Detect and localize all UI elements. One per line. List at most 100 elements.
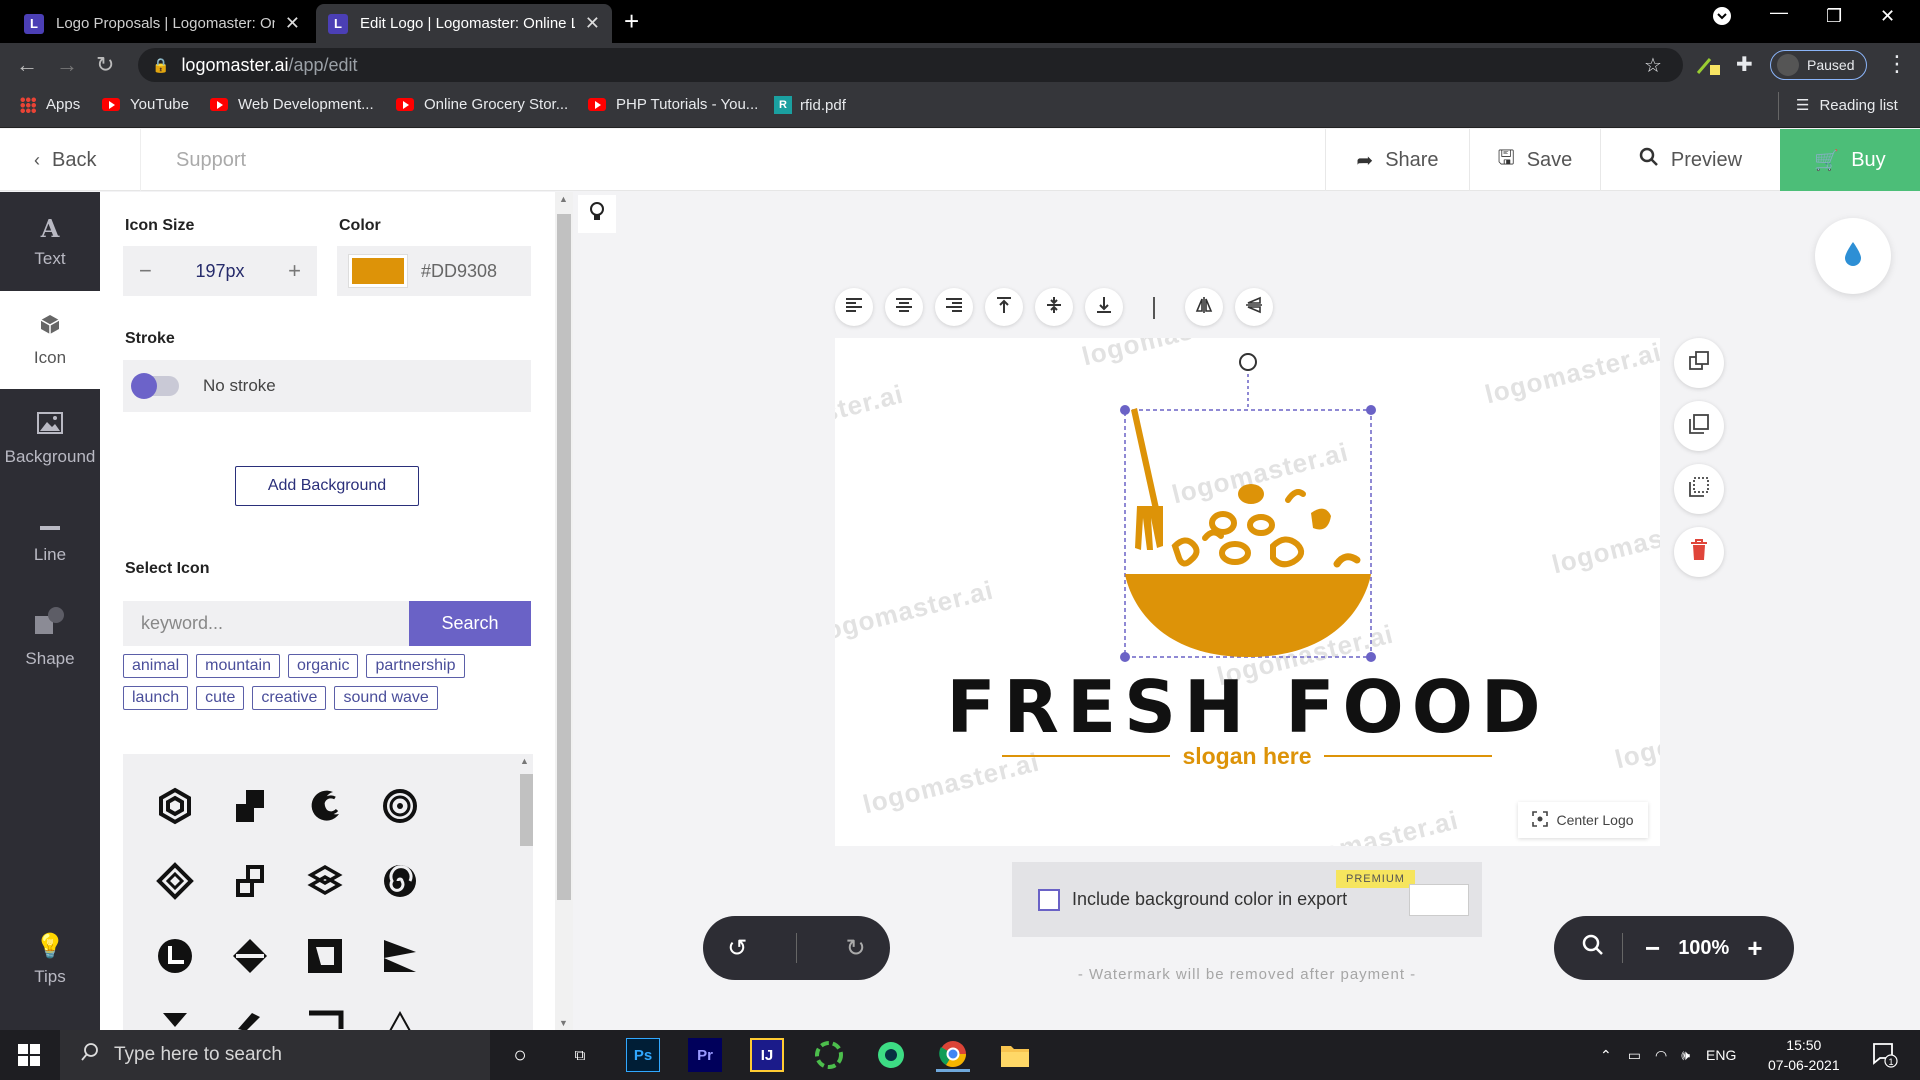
layered-hexagon-icon[interactable] bbox=[303, 859, 347, 903]
rail-item-text[interactable]: A Text bbox=[0, 192, 100, 290]
wifi-icon[interactable]: ◠ bbox=[1655, 1047, 1667, 1064]
back-button[interactable]: ‹ Back bbox=[34, 129, 96, 191]
bookmark-web-development[interactable]: Web Development... bbox=[210, 96, 374, 113]
android-studio-icon[interactable] bbox=[874, 1038, 908, 1072]
spiral-icon[interactable] bbox=[378, 859, 422, 903]
color-picker[interactable]: #DD9308 bbox=[337, 246, 531, 296]
tag-launch[interactable]: launch bbox=[123, 686, 189, 710]
include-background-checkbox[interactable] bbox=[1038, 888, 1060, 911]
premiere-icon[interactable]: Pr bbox=[688, 1038, 722, 1072]
rail-item-tips[interactable]: 💡 Tips bbox=[0, 914, 100, 1004]
loading-ring-icon[interactable] bbox=[812, 1038, 846, 1072]
align-right-button[interactable] bbox=[935, 288, 973, 326]
bookmark-apps[interactable]: Apps bbox=[20, 96, 80, 113]
restore-icon[interactable]: ❐ bbox=[1826, 6, 1842, 27]
stacked-squares-icon[interactable] bbox=[228, 784, 272, 828]
tag-animal[interactable]: animal bbox=[123, 654, 189, 678]
taskbar-search-box[interactable]: Type here to search bbox=[60, 1030, 490, 1080]
concentric-circles-icon[interactable] bbox=[378, 784, 422, 828]
close-tab-icon[interactable]: ✕ bbox=[585, 13, 600, 34]
tab-search-icon[interactable] bbox=[1712, 6, 1732, 31]
address-bar[interactable]: 🔒 logomaster.ai/app/edit bbox=[138, 48, 1683, 82]
plus-icon[interactable]: + bbox=[288, 258, 301, 284]
delete-button[interactable] bbox=[1674, 527, 1724, 577]
windows-start-icon[interactable] bbox=[18, 1044, 40, 1071]
square-frame-icon[interactable] bbox=[303, 934, 347, 978]
tips-bulb-button[interactable] bbox=[578, 195, 616, 233]
intellij-icon[interactable]: IJ bbox=[750, 1038, 784, 1072]
scrollbar-thumb[interactable] bbox=[520, 774, 533, 846]
hourglass-icon[interactable] bbox=[153, 1009, 197, 1030]
export-color-swatch[interactable] bbox=[1409, 884, 1469, 916]
undo-icon[interactable]: ↺ bbox=[727, 934, 747, 963]
stroke-toggle[interactable] bbox=[131, 373, 179, 399]
support-link[interactable]: Support bbox=[176, 129, 246, 191]
tag-organic[interactable]: organic bbox=[287, 654, 359, 678]
scroll-up-arrow-icon[interactable]: ▲ bbox=[559, 194, 568, 204]
language-indicator[interactable]: ENG bbox=[1706, 1047, 1736, 1063]
brush-stroke-icon[interactable] bbox=[228, 1009, 272, 1030]
tab-logo-proposals[interactable]: L Logo Proposals | Logomaster: Online Lo… bbox=[12, 4, 312, 43]
bookmark-youtube[interactable]: YouTube bbox=[102, 96, 189, 113]
battery-icon[interactable]: ▭ bbox=[1628, 1047, 1641, 1064]
tab-edit-logo[interactable]: L Edit Logo | Logomaster: Online Logo Ma… bbox=[316, 4, 612, 43]
preview-button[interactable]: Preview bbox=[1600, 129, 1780, 191]
bookmark-rfid-pdf[interactable]: R rfid.pdf bbox=[774, 96, 846, 114]
rail-item-background[interactable]: Background bbox=[0, 390, 100, 488]
zoom-search-icon[interactable] bbox=[1582, 934, 1604, 962]
hexagon-spiral-icon[interactable] bbox=[153, 784, 197, 828]
share-button[interactable]: ➦ Share bbox=[1325, 129, 1469, 191]
volume-icon[interactable]: 🕪 bbox=[1681, 1047, 1690, 1064]
forward-arrow-icon[interactable]: → bbox=[56, 52, 78, 78]
crescent-swirl-icon[interactable] bbox=[303, 784, 347, 828]
rail-item-shape[interactable]: Shape bbox=[0, 588, 100, 686]
icon-size-value[interactable]: 197px bbox=[195, 261, 244, 282]
tag-sound-wave[interactable]: sound wave bbox=[334, 686, 438, 710]
bring-forward-button[interactable] bbox=[1674, 401, 1724, 451]
back-arrow-icon[interactable]: ← bbox=[16, 52, 38, 78]
new-tab-button[interactable]: + bbox=[624, 8, 639, 34]
color-hex-value[interactable]: #DD9308 bbox=[421, 261, 497, 282]
close-tab-icon[interactable]: ✕ bbox=[285, 13, 300, 34]
diamond-outline-icon[interactable] bbox=[153, 859, 197, 903]
clock[interactable]: 15:50 07-06-2021 bbox=[1768, 1035, 1840, 1075]
tag-partnership[interactable]: partnership bbox=[366, 654, 465, 678]
bookmark-star-icon[interactable]: ☆ bbox=[1644, 53, 1662, 78]
duplicate-button[interactable] bbox=[1674, 338, 1724, 388]
color-theme-button[interactable] bbox=[1815, 218, 1891, 294]
bookmark-online-grocery[interactable]: Online Grocery Stor... bbox=[396, 96, 568, 113]
keyword-search-input[interactable] bbox=[123, 601, 409, 646]
profile-button[interactable]: Paused bbox=[1770, 50, 1868, 80]
icon-search-button[interactable]: Search bbox=[409, 601, 531, 646]
brand-name-text[interactable]: FRESH FOOD bbox=[835, 665, 1660, 749]
corner-bracket-icon[interactable] bbox=[303, 1009, 347, 1030]
rail-item-line[interactable]: Line bbox=[0, 489, 100, 587]
extensions-puzzle-icon[interactable]: ✚ bbox=[1736, 52, 1753, 77]
zoom-in-icon[interactable]: + bbox=[1747, 933, 1762, 964]
scrollbar-thumb[interactable] bbox=[557, 214, 571, 900]
icon-grid-scrollbar[interactable]: ▲ bbox=[517, 756, 533, 1030]
align-left-button[interactable] bbox=[835, 288, 873, 326]
rail-item-icon[interactable]: Icon bbox=[0, 291, 100, 389]
tag-mountain[interactable]: mountain bbox=[196, 654, 280, 678]
task-view-icon[interactable]: ⧉ bbox=[563, 1038, 597, 1072]
linked-squares-icon[interactable] bbox=[228, 859, 272, 903]
scroll-down-arrow-icon[interactable]: ▼ bbox=[559, 1018, 568, 1028]
notifications-icon[interactable]: 1 bbox=[1872, 1042, 1898, 1073]
logo-artboard[interactable]: logomaster.ai logomaster.ai logomaster.a… bbox=[835, 338, 1660, 846]
tag-cute[interactable]: cute bbox=[196, 686, 245, 710]
menu-kebab-icon[interactable]: ⋮ bbox=[1886, 51, 1908, 77]
align-middle-button[interactable] bbox=[1035, 288, 1073, 326]
photoshop-icon[interactable]: Ps bbox=[626, 1038, 660, 1072]
tray-chevron-up-icon[interactable]: ⌃ bbox=[1600, 1047, 1612, 1064]
center-logo-button[interactable]: Center Logo bbox=[1518, 802, 1648, 838]
add-background-button[interactable]: Add Background bbox=[235, 466, 419, 506]
extension-pen-icon[interactable] bbox=[1696, 53, 1722, 83]
flip-vertical-button[interactable] bbox=[1235, 288, 1273, 326]
minimize-icon[interactable]: — bbox=[1770, 2, 1788, 23]
chrome-icon[interactable] bbox=[936, 1038, 970, 1072]
align-center-button[interactable] bbox=[885, 288, 923, 326]
selected-bowl-icon[interactable] bbox=[1113, 338, 1383, 663]
slogan-text[interactable]: slogan here bbox=[1182, 743, 1311, 770]
reading-list-button[interactable]: ☰ Reading list bbox=[1796, 96, 1898, 115]
